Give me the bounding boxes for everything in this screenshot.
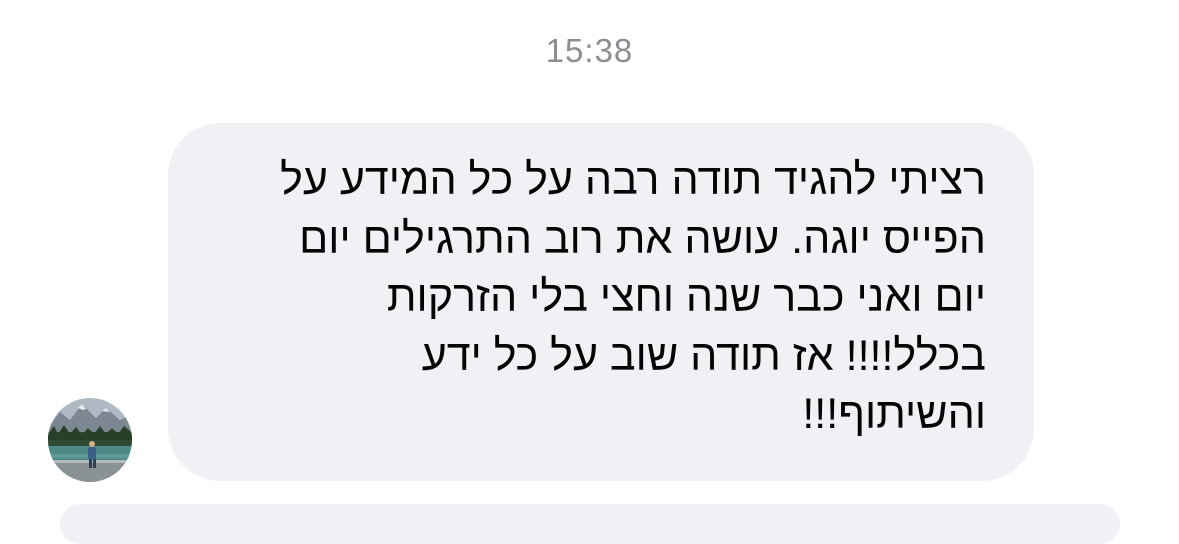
avatar-landscape-photo xyxy=(48,398,132,482)
message-line: הפייס יוגה. עושה את רוב התרגילים יום xyxy=(299,214,986,263)
message-timestamp: 15:38 xyxy=(545,32,634,69)
sender-avatar[interactable] xyxy=(48,398,132,482)
message-line: והשיתוף!!! xyxy=(802,390,986,438)
chat-area: 15:38 רציתי להגיד תודה רבה על כל המידע ע… xyxy=(0,0,1179,544)
message-line: בכלל!!!! אז תודה שוב על כל ידע xyxy=(421,331,986,380)
message-line: רציתי להגיד תודה רבה על כל המידע על xyxy=(280,156,986,204)
message-text: רציתי להגיד תודה רבה על כל המידע על הפיי… xyxy=(204,151,986,444)
next-message-bubble[interactable] xyxy=(60,504,1120,544)
message-line: יום ואני כבר שנה וחצי בלי הזרקות xyxy=(386,273,986,321)
message-bubble[interactable]: רציתי להגיד תודה רבה על כל המידע על הפיי… xyxy=(168,123,1034,481)
